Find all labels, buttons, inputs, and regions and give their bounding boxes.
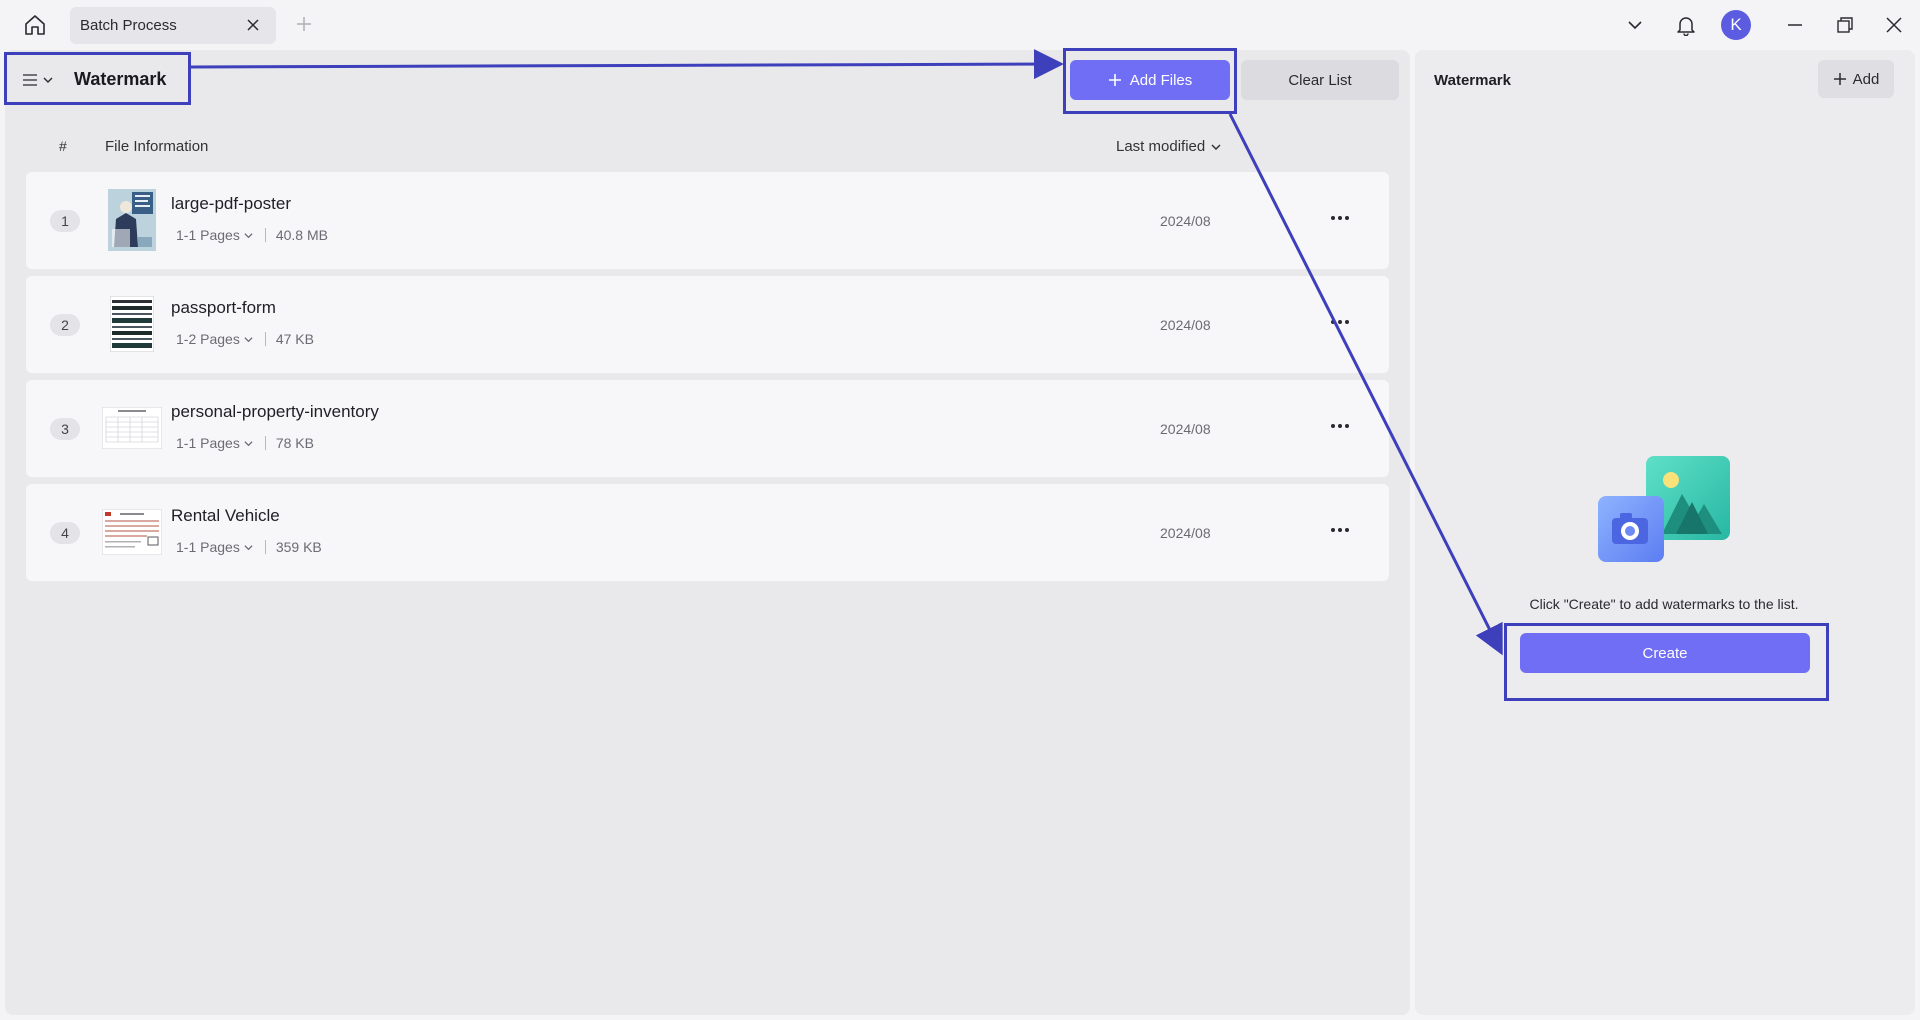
file-row[interactable]: 3 personal-property-inventory 1-1 Pages … bbox=[26, 380, 1389, 477]
file-size: 40.8 MB bbox=[275, 227, 328, 243]
file-name: large-pdf-poster bbox=[171, 194, 292, 213]
file-thumbnail bbox=[101, 292, 163, 355]
file-meta: 1-1 Pages 40.8 MB bbox=[176, 227, 328, 243]
file-name: personal-property-inventory bbox=[171, 402, 379, 421]
chevron-down-icon bbox=[244, 232, 253, 238]
file-date: 2024/08 bbox=[1160, 317, 1211, 333]
page-range: 1-1 Pages bbox=[176, 539, 240, 555]
tab-title: Batch Process bbox=[80, 17, 177, 34]
mode-title: Watermark bbox=[74, 69, 167, 89]
more-options-button[interactable] bbox=[1326, 208, 1354, 228]
plus-icon bbox=[1833, 73, 1846, 85]
row-number: 1 bbox=[50, 210, 80, 232]
watermark-illustration-icon bbox=[1598, 456, 1730, 562]
file-name: Rental Vehicle bbox=[171, 506, 280, 525]
add-watermark-button[interactable]: Add bbox=[1818, 60, 1894, 98]
close-icon bbox=[1886, 17, 1902, 33]
file-size: 78 KB bbox=[275, 435, 314, 451]
file-name: passport-form bbox=[171, 298, 276, 317]
page-range-dropdown[interactable]: 1-1 Pages bbox=[176, 435, 253, 451]
more-options-button[interactable] bbox=[1326, 416, 1354, 436]
create-watermark-button[interactable]: Create bbox=[1520, 633, 1810, 673]
new-tab-button[interactable] bbox=[294, 14, 314, 34]
tab-batch-process[interactable]: Batch Process bbox=[70, 7, 276, 44]
chevron-down-icon bbox=[244, 544, 253, 550]
row-number: 4 bbox=[50, 522, 80, 544]
page-range: 1-1 Pages bbox=[176, 227, 240, 243]
add-files-label: Add Files bbox=[1129, 71, 1193, 89]
file-size: 47 KB bbox=[275, 331, 314, 347]
file-date: 2024/08 bbox=[1160, 421, 1211, 437]
chevron-down-icon bbox=[1628, 21, 1642, 30]
form-thumbnail-icon bbox=[110, 295, 154, 352]
file-meta: 1-1 Pages 359 KB bbox=[176, 539, 322, 555]
user-avatar[interactable]: K bbox=[1721, 10, 1751, 40]
file-date: 2024/08 bbox=[1160, 213, 1211, 229]
file-meta: 1-2 Pages 47 KB bbox=[176, 331, 314, 347]
watermark-panel-title: Watermark bbox=[1434, 72, 1511, 89]
mode-menu-button[interactable] bbox=[22, 69, 58, 91]
file-meta: 1-1 Pages 78 KB bbox=[176, 435, 314, 451]
sort-label: Last modified bbox=[1116, 138, 1206, 155]
home-icon bbox=[25, 15, 45, 35]
file-date: 2024/08 bbox=[1160, 525, 1211, 541]
dropdown-button[interactable] bbox=[1622, 12, 1648, 38]
chevron-down-icon bbox=[1211, 144, 1221, 150]
tab-close-button[interactable] bbox=[244, 16, 262, 34]
sort-dropdown[interactable]: Last modified bbox=[1116, 138, 1221, 155]
file-thumbnail bbox=[101, 396, 163, 459]
row-number: 3 bbox=[50, 418, 80, 440]
plus-icon bbox=[297, 17, 311, 31]
more-options-button[interactable] bbox=[1326, 312, 1354, 332]
restore-icon bbox=[1837, 17, 1853, 33]
file-thumbnail bbox=[101, 188, 163, 251]
home-button[interactable] bbox=[18, 11, 52, 39]
title-bar: Batch Process K bbox=[0, 0, 1920, 50]
divider bbox=[264, 540, 266, 554]
divider bbox=[264, 332, 266, 346]
add-watermark-label: Add bbox=[1852, 70, 1880, 88]
more-options-button[interactable] bbox=[1326, 520, 1354, 540]
document-thumbnail-icon bbox=[102, 508, 162, 555]
restore-button[interactable] bbox=[1832, 12, 1858, 38]
add-files-button[interactable]: Add Files bbox=[1070, 60, 1230, 100]
plus-icon bbox=[1108, 74, 1121, 86]
row-number: 2 bbox=[50, 314, 80, 336]
page-range: 1-2 Pages bbox=[176, 331, 240, 347]
chevron-down-icon bbox=[244, 440, 253, 446]
file-thumbnail bbox=[101, 500, 163, 563]
file-row[interactable]: 2 passport-form 1-2 Pages 47 KB 2024/08 bbox=[26, 276, 1389, 373]
minimize-icon bbox=[1788, 24, 1802, 26]
poster-thumbnail-icon bbox=[108, 188, 156, 251]
page-range-dropdown[interactable]: 1-2 Pages bbox=[176, 331, 253, 347]
divider bbox=[264, 228, 266, 242]
bell-icon bbox=[1677, 17, 1695, 36]
divider bbox=[264, 436, 266, 450]
empty-state-hint: Click "Create" to add watermarks to the … bbox=[1529, 596, 1799, 612]
column-header-file-information: File Information bbox=[105, 138, 209, 155]
clear-list-button[interactable]: Clear List bbox=[1241, 60, 1399, 100]
minimize-button[interactable] bbox=[1782, 12, 1808, 38]
menu-icon bbox=[23, 74, 37, 86]
file-row[interactable]: 4 Rental Vehicle 1-1 Pages 359 KB 2024/0… bbox=[26, 484, 1389, 581]
page-range: 1-1 Pages bbox=[176, 435, 240, 451]
notifications-button[interactable] bbox=[1673, 12, 1699, 38]
file-size: 359 KB bbox=[275, 539, 322, 555]
chevron-down-icon bbox=[244, 336, 253, 342]
close-icon bbox=[247, 19, 259, 31]
spreadsheet-thumbnail-icon bbox=[102, 406, 162, 449]
chevron-down-icon bbox=[43, 77, 53, 83]
file-row[interactable]: 1 large-pdf-poster 1-1 Pages 40.8 MB 202… bbox=[26, 172, 1389, 269]
page-range-dropdown[interactable]: 1-1 Pages bbox=[176, 227, 253, 243]
window-close-button[interactable] bbox=[1881, 12, 1907, 38]
page-range-dropdown[interactable]: 1-1 Pages bbox=[176, 539, 253, 555]
column-header-number: # bbox=[59, 138, 67, 154]
